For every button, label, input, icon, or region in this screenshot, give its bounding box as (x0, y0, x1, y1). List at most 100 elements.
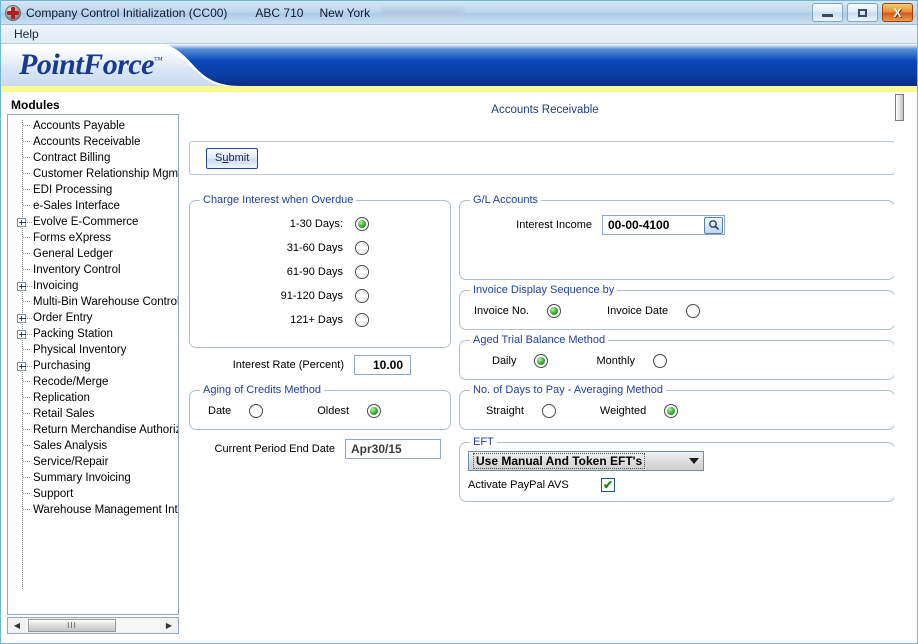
invoice-display-radio-date[interactable] (686, 304, 701, 318)
charge-interest-label-0: 1-30 Days: (289, 218, 343, 230)
scroll-left-icon[interactable]: ◀ (10, 619, 24, 632)
charge-interest-title: Charge Interest when Overdue (200, 194, 357, 206)
sidebar-item-label: e-Sales Interface (33, 200, 120, 212)
sidebar-item-customer-relationship-mgmt[interactable]: Customer Relationship Mgmt (8, 166, 178, 182)
invoice-display-group: Invoice Display Sequence by Invoice No. … (459, 284, 895, 331)
window-controls: X (812, 3, 913, 22)
tree-branch-icon (16, 262, 32, 278)
invoice-display-title: Invoice Display Sequence by (470, 284, 618, 296)
sidebar-item-return-merchandise-authoriz[interactable]: Return Merchandise Authoriz (8, 422, 178, 438)
sidebar-item-label: Physical Inventory (33, 344, 127, 356)
sidebar-item-label: Sales Analysis (33, 440, 108, 452)
sidebar-item-physical-inventory[interactable]: Physical Inventory (8, 342, 178, 358)
days-to-pay-title: No. of Days to Pay - Averaging Method (470, 384, 666, 396)
sidebar-item-edi-processing[interactable]: EDI Processing (8, 182, 178, 198)
period-end-field[interactable]: Apr30/15 (345, 439, 441, 459)
charge-interest-radio-3[interactable] (355, 289, 369, 303)
sidebar-item-accounts-payable[interactable]: Accounts Payable (8, 118, 178, 134)
expand-plus-icon[interactable] (16, 278, 32, 294)
sidebar-item-replication[interactable]: Replication (8, 390, 178, 406)
vertical-scroll-thumb[interactable] (895, 94, 904, 121)
sidebar-item-label: Order Entry (33, 312, 93, 324)
eft-mode-value: Use Manual And Token EFT's (472, 453, 646, 469)
invoice-display-radio-number[interactable] (547, 304, 562, 318)
submit-button[interactable]: Su bmit (206, 147, 259, 169)
aged-trial-label-1: Monthly (596, 355, 635, 367)
sidebar-item-summary-invoicing[interactable]: Summary Invoicing (8, 470, 178, 486)
sidebar-item-purchasing[interactable]: Purchasing (8, 358, 178, 374)
days-to-pay-radio-straight[interactable] (541, 404, 556, 418)
expand-plus-icon[interactable] (16, 326, 32, 342)
sidebar-item-warehouse-management-int[interactable]: Warehouse Management Int (8, 502, 178, 518)
invoice-display-label-1: Invoice Date (607, 305, 669, 317)
charge-interest-radio-1[interactable] (355, 241, 369, 255)
days-to-pay-radio-weighted[interactable] (664, 404, 679, 418)
charge-interest-row: 121+ Days (190, 308, 450, 332)
sidebar-item-label: Accounts Receivable (33, 136, 141, 148)
sidebar-item-packing-station[interactable]: Packing Station (8, 326, 178, 342)
sidebar-item-service-repair[interactable]: Service/Repair (8, 454, 178, 470)
eft-mode-select[interactable]: Use Manual And Token EFT's (468, 451, 704, 471)
scroll-thumb[interactable]: III (28, 619, 116, 632)
scroll-grip: III (67, 621, 77, 630)
application-window: Company Control Initialization (CC00) AB… (0, 0, 918, 644)
sidebar-horizontal-scrollbar[interactable]: ◀ III ▶ (7, 617, 179, 634)
sidebar-item-label: Customer Relationship Mgmt (33, 168, 179, 180)
interest-income-field[interactable]: 00-00-4100 (602, 215, 725, 235)
charge-interest-radio-2[interactable] (355, 265, 369, 279)
sidebar-item-multi-bin-warehouse-control[interactable]: Multi-Bin Warehouse Control (8, 294, 178, 310)
aging-option-label-0: Date (208, 405, 232, 417)
menu-item-help[interactable]: Help (9, 26, 44, 42)
aging-radio-date[interactable] (249, 404, 264, 418)
aging-radio-oldest[interactable] (367, 404, 382, 418)
charge-interest-radio-4[interactable] (355, 313, 369, 327)
period-end-row: Current Period End Date Apr30/15 (189, 438, 451, 460)
sidebar-item-retail-sales[interactable]: Retail Sales (8, 406, 178, 422)
sidebar-item-e-sales-interface[interactable]: e-Sales Interface (8, 198, 178, 214)
expand-plus-icon[interactable] (16, 310, 32, 326)
sidebar-item-contract-billing[interactable]: Contract Billing (8, 150, 178, 166)
aged-trial-group: Aged Trial Balance Method Daily Monthly (459, 334, 895, 380)
sidebar-item-order-entry[interactable]: Order Entry (8, 310, 178, 326)
sidebar-item-inventory-control[interactable]: Inventory Control (8, 262, 178, 278)
aged-trial-radio-daily[interactable] (534, 354, 549, 368)
expand-plus-icon[interactable] (16, 214, 32, 230)
sidebar-item-label: Service/Repair (33, 456, 109, 468)
page-title: Accounts Receivable (491, 104, 599, 116)
sidebar-item-sales-analysis[interactable]: Sales Analysis (8, 438, 178, 454)
sidebar-item-label: Replication (33, 392, 90, 404)
maximize-button[interactable] (847, 3, 878, 22)
sidebar-item-support[interactable]: Support (8, 486, 178, 502)
paypal-avs-checkbox[interactable]: ✔ (601, 478, 615, 492)
sidebar-item-label: Forms eXpress (33, 232, 111, 244)
magnifier-icon[interactable] (704, 216, 723, 234)
main-vertical-scrollbar[interactable] (894, 92, 906, 643)
sidebar-item-recode-merge[interactable]: Recode/Merge (8, 374, 178, 390)
interest-rate-field[interactable]: 10.00 (354, 355, 411, 375)
tree-branch-icon (16, 342, 32, 358)
invoice-display-options: Invoice No. Invoice Date (460, 291, 894, 331)
sidebar-item-label: Recode/Merge (33, 376, 109, 388)
sidebar-item-label: Contract Billing (33, 152, 111, 164)
sidebar-item-forms-express[interactable]: Forms eXpress (8, 230, 178, 246)
tree-branch-icon (16, 118, 32, 134)
sidebar-item-evolve-e-commerce[interactable]: Evolve E-Commerce (8, 214, 178, 230)
sidebar-item-general-ledger[interactable]: General Ledger (8, 246, 178, 262)
scroll-right-icon[interactable]: ▶ (162, 619, 176, 632)
sidebar-item-accounts-receivable[interactable]: Accounts Receivable (8, 134, 178, 150)
aged-trial-radio-monthly[interactable] (652, 354, 667, 368)
menu-bar: Help (1, 25, 917, 44)
sidebar-item-invoicing[interactable]: Invoicing (8, 278, 178, 294)
expand-plus-icon[interactable] (16, 358, 32, 374)
title-bar: Company Control Initialization (CC00) AB… (1, 1, 917, 25)
scroll-track[interactable]: III (26, 619, 160, 632)
charge-interest-radio-0[interactable] (355, 217, 369, 231)
charge-interest-label-4: 121+ Days (290, 314, 343, 326)
minimize-button[interactable] (812, 3, 843, 22)
close-button[interactable]: X (882, 3, 913, 22)
maximize-icon (858, 8, 867, 17)
logo-text: PointForce (19, 48, 155, 81)
modules-tree[interactable]: Accounts Payable Accounts Receivable Contr… (7, 114, 179, 615)
tree-branch-icon (16, 166, 32, 182)
redacted-title-area (382, 5, 465, 20)
